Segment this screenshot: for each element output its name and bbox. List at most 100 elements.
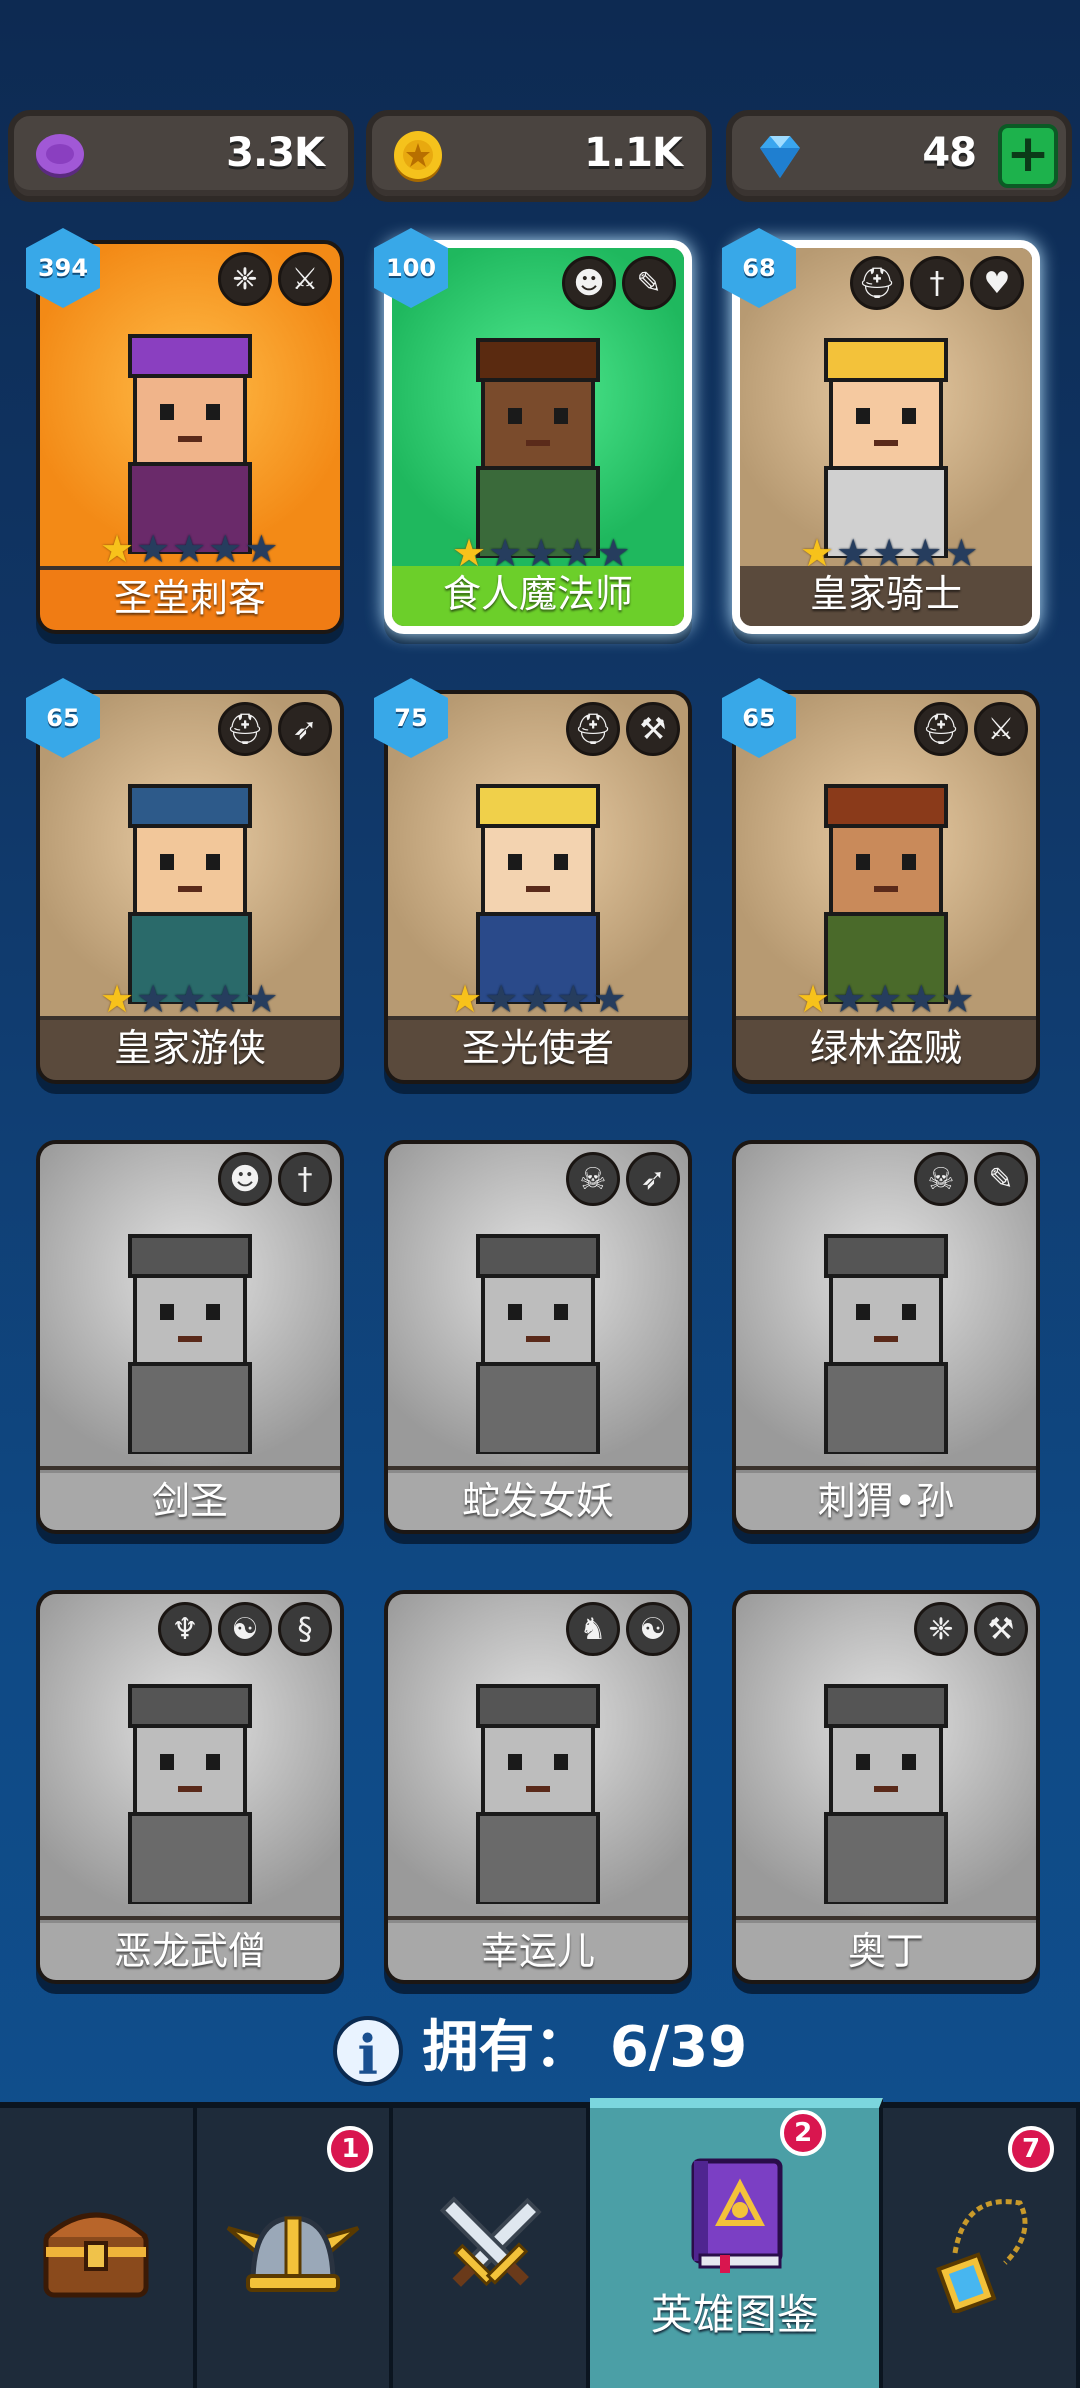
- helmet-icon: ⛑: [566, 702, 620, 756]
- add-gems-button[interactable]: +: [998, 124, 1058, 188]
- star-icon: ★: [448, 977, 483, 1021]
- diamond-icon: [760, 136, 800, 178]
- bottom-nav: 1 英雄图鉴 2 7: [0, 2098, 1080, 2388]
- sword-icon: †: [278, 1152, 332, 1206]
- star-icon: ★: [520, 977, 555, 1021]
- hero-card[interactable]: ☠ ➶ 蛇发女妖: [384, 1140, 692, 1534]
- hero-card[interactable]: ☠ ✎ 刺猬•孙: [732, 1140, 1040, 1534]
- star-icon: ★: [940, 977, 975, 1021]
- hero-name: 蛇发女妖: [388, 1470, 688, 1530]
- hero-name: 奥丁: [736, 1920, 1036, 1980]
- hero-traits: ☻ †: [218, 1152, 332, 1206]
- skull-icon: ☠: [566, 1152, 620, 1206]
- gold-coin-value: 1.1K: [584, 130, 683, 176]
- hammer-icon: ⚒: [974, 1602, 1028, 1656]
- tab-amulet[interactable]: 7: [883, 2108, 1080, 2388]
- star-icon: ★: [556, 977, 591, 1021]
- hero-figure: [476, 784, 600, 1004]
- hero-traits: ❈ ⚔: [218, 252, 332, 306]
- crossed-swords-icon: [439, 2196, 542, 2287]
- star-rating: ★ ★ ★ ★ ★: [100, 530, 278, 568]
- star-icon: ★: [244, 977, 279, 1021]
- hero-card[interactable]: ★ ★ ★ ★ ★ ☻ ✎ 食人魔法师: [384, 240, 692, 634]
- owned-count: 6/39: [609, 2015, 748, 2080]
- hero-card[interactable]: ☻ † 剑圣: [36, 1140, 344, 1534]
- helmet-badge: 1: [327, 2126, 374, 2172]
- star-icon: ★: [208, 527, 243, 571]
- hero-figure: [476, 1234, 600, 1454]
- hero-name: 皇家游侠: [40, 1020, 340, 1080]
- amulet-badge: 7: [1008, 2126, 1055, 2172]
- hero-name: 剑圣: [40, 1470, 340, 1530]
- purple-coin-icon: [36, 134, 84, 178]
- hero-name: 绿林盗贼: [736, 1020, 1036, 1080]
- hero-name: 食人魔法师: [392, 566, 684, 626]
- hammer-icon: ⚒: [626, 702, 680, 756]
- hero-traits: ⛑ † ♥: [850, 256, 1024, 310]
- star-rating: ★ ★ ★ ★ ★: [100, 980, 278, 1018]
- info-icon[interactable]: i: [332, 2015, 403, 2087]
- gold-coin-counter: 1.1K: [366, 110, 712, 202]
- amulet-icon: [935, 2199, 1028, 2313]
- star-icon: ★: [100, 527, 135, 571]
- tab-helmet[interactable]: 1: [197, 2108, 394, 2388]
- hero-traits: ☠ ➶: [566, 1152, 680, 1206]
- hero-name: 刺猬•孙: [736, 1470, 1036, 1530]
- hero-name: 皇家骑士: [740, 566, 1032, 626]
- star-icon: ★: [904, 977, 939, 1021]
- star-icon: ★: [136, 527, 171, 571]
- gem-counter: 48 +: [726, 110, 1072, 202]
- hero-card[interactable]: ★ ★ ★ ★ ★ ⛑ † ♥ 皇家骑士: [732, 240, 1040, 634]
- hero-traits: ❈ ⚒: [914, 1602, 1028, 1656]
- star-rating: ★ ★ ★ ★ ★: [448, 980, 626, 1018]
- wings-icon: ❈: [914, 1602, 968, 1656]
- star-rating: ★ ★ ★ ★ ★: [796, 980, 974, 1018]
- hero-traits: ⛑ ⚒: [566, 702, 680, 756]
- star-icon: ★: [208, 977, 243, 1021]
- owned-summary: i 拥有： 6/39: [0, 2002, 1080, 2087]
- gem-value: 48: [922, 130, 977, 176]
- star-icon: ★: [592, 977, 627, 1021]
- hero-traits: ♞ ☯: [566, 1602, 680, 1656]
- star-icon: ★: [832, 977, 867, 1021]
- ogre-icon: ☻: [218, 1152, 272, 1206]
- hero-card[interactable]: ★ ★ ★ ★ ★ ⛑ ⚔ 绿林盗贼: [732, 690, 1040, 1084]
- hero-figure: [128, 1234, 252, 1454]
- tab-chest[interactable]: [0, 2108, 197, 2388]
- wand-icon: ✎: [622, 256, 676, 310]
- hero-card[interactable]: ★ ★ ★ ★ ★ ⛑ ⚒ 圣光使者: [384, 690, 692, 1084]
- hero-name: 幸运儿: [388, 1920, 688, 1980]
- star-icon: ★: [244, 527, 279, 571]
- hero-name: 恶龙武僧: [40, 1920, 340, 1980]
- hero-traits: ⛑ ➶: [218, 702, 332, 756]
- beast-icon: ☯: [218, 1602, 272, 1656]
- owned-label: 拥有：: [422, 2015, 591, 2080]
- hero-card[interactable]: ❈ ⚒ 奥丁: [732, 1590, 1040, 1984]
- viking-helmet-icon: [226, 2215, 360, 2292]
- tab-encyclopedia[interactable]: 英雄图鉴 2: [590, 2098, 884, 2388]
- tab-encyclopedia-label: 英雄图鉴: [650, 2289, 819, 2339]
- hero-figure: [824, 1234, 948, 1454]
- hero-book-icon: [691, 2158, 783, 2273]
- star-icon: ★: [796, 977, 831, 1021]
- dagger-icon: ⚔: [278, 252, 332, 306]
- tab-battle[interactable]: [393, 2108, 591, 2388]
- hero-figure: [128, 784, 252, 1004]
- star-icon: ★: [100, 977, 135, 1021]
- bow-icon: ➶: [278, 702, 332, 756]
- purple-coin-value: 3.3K: [226, 130, 325, 176]
- hero-card[interactable]: ♞ ☯ 幸运儿: [384, 1590, 692, 1984]
- star-icon: ★: [868, 977, 903, 1021]
- helmet-icon: ⛑: [850, 256, 904, 310]
- hero-figure: [824, 1684, 948, 1904]
- hero-traits: ⛑ ⚔: [914, 702, 1028, 756]
- hero-figure: [824, 784, 948, 1004]
- hero-card[interactable]: ★ ★ ★ ★ ★ ❈ ⚔ 圣堂刺客: [36, 240, 344, 634]
- hero-card[interactable]: ♆ ☯ § 恶龙武僧: [36, 1590, 344, 1984]
- hero-card[interactable]: ★ ★ ★ ★ ★ ⛑ ➶ 皇家游侠: [36, 690, 344, 1084]
- hero-figure: [128, 1684, 252, 1904]
- hero-figure: [824, 338, 948, 558]
- beast-icon: ☯: [626, 1602, 680, 1656]
- wand-icon: ✎: [974, 1152, 1028, 1206]
- demon-icon: ♆: [158, 1602, 212, 1656]
